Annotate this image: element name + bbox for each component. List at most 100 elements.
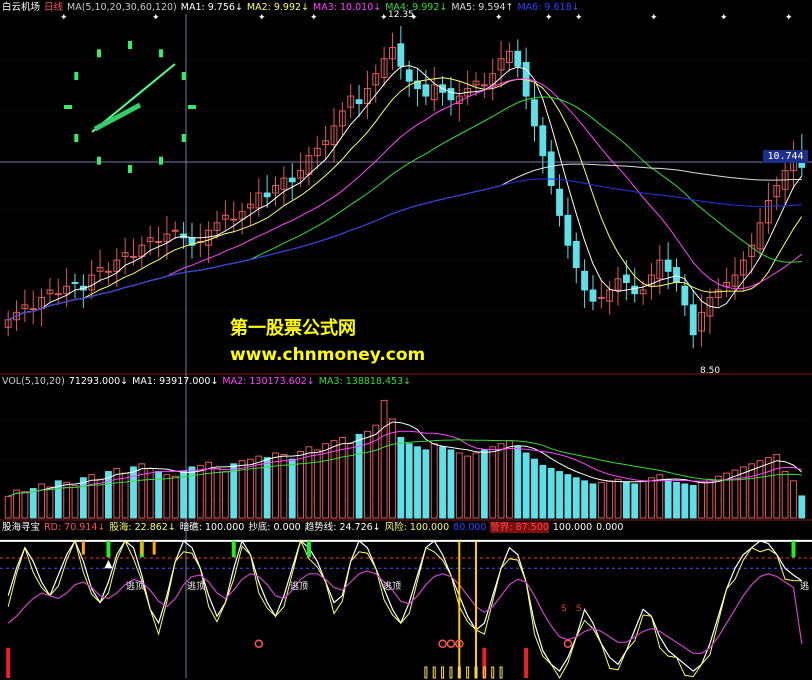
osc-gh-line (7, 539, 802, 679)
top-star-marker: ✦ (720, 13, 728, 23)
candle-body (664, 259, 672, 272)
top-star-marker: ✦ (60, 13, 68, 23)
volume-bar (522, 452, 530, 519)
volume-bar (756, 460, 764, 519)
candle-body (105, 270, 112, 273)
bottom-circle-marker (254, 639, 264, 648)
candle-body (288, 177, 296, 183)
osc-name: 股海寻宝 (2, 522, 41, 533)
oscillator-header: 股海寻宝 RD: 70.914↓ 股海: 22.862↓ 暗礁: 100.000 抄底:… (2, 522, 627, 534)
volume-bar (798, 495, 806, 519)
candle-body (29, 308, 37, 311)
bottom-cluster-bar (449, 666, 453, 679)
volume-bar (447, 449, 455, 519)
osc-aj: 暗礁: 100.000 (179, 522, 245, 533)
volume-bar (297, 450, 304, 519)
escape-label-2: 逃顶 (187, 582, 206, 592)
volume-bar (113, 467, 121, 519)
volume-bar (589, 483, 597, 519)
volume-bar (698, 481, 705, 519)
bottom-cluster-bar (432, 666, 436, 679)
oscillator-panel (0, 539, 812, 679)
volume-bar (430, 443, 438, 519)
osc-fx: 风险: 100.000 (384, 522, 450, 533)
candle-body (673, 267, 680, 284)
volume-bar (205, 461, 213, 519)
volume-bar (313, 449, 321, 519)
volume-bar (180, 471, 188, 519)
buy-signal-bar (6, 647, 11, 678)
volume-bar (21, 491, 29, 519)
volume-bar (564, 474, 572, 519)
bottom-cluster-bar (499, 666, 503, 679)
candle-body (531, 99, 538, 127)
volume-header: VOL(5,10,20) 71293.000↓ MA1: 93917.000↓ MA2… (2, 376, 415, 388)
volume-bar (247, 458, 254, 519)
ma5-value: MA5: 9.594↑ (451, 2, 514, 13)
clock-tick (188, 105, 196, 109)
warning-signal-bar (152, 540, 156, 555)
volume-bar (163, 474, 171, 519)
candle-body (54, 293, 62, 296)
clock-tick (128, 165, 132, 173)
escape-label-3: 逃顶 (290, 582, 309, 592)
bottom-cluster-bar (441, 666, 445, 679)
volume-bar (614, 478, 622, 519)
escape-signal-bar (791, 540, 796, 558)
clock-decoration (64, 41, 196, 173)
candle-body (589, 289, 597, 302)
ma-line-20 (7, 78, 803, 321)
candle-body (514, 50, 522, 67)
volume-bar (455, 452, 463, 519)
osc-jj: 警界: 87.500 (490, 522, 549, 533)
clock-tick (74, 72, 79, 80)
volume-bar (739, 466, 747, 519)
candle-body (155, 240, 162, 243)
escape-label-1: 逃顶 (126, 582, 145, 592)
volume-bar (572, 477, 580, 519)
top-star-marker: ✦ (575, 13, 583, 23)
clock-tick (74, 134, 79, 142)
osc-100: 100.000 (552, 522, 593, 533)
candle-body (622, 274, 630, 283)
candle-body (71, 282, 79, 284)
volume-bar (748, 463, 756, 519)
volume-bar (689, 485, 697, 519)
bottom-circle-marker (446, 639, 456, 648)
clock-tick (97, 49, 101, 58)
volume-bar (581, 480, 589, 519)
volume-bar (480, 449, 488, 519)
volume-bar (622, 481, 630, 519)
candle-body (547, 151, 555, 187)
volume-bar (673, 481, 680, 519)
volume-bar (397, 437, 405, 519)
volume-bar (714, 475, 722, 519)
volume-bar (514, 446, 522, 519)
clock-tick (128, 41, 132, 49)
volume-bar (681, 483, 689, 519)
top-star-marker: ✦ (785, 13, 793, 23)
volume-bar (130, 466, 137, 519)
top-star-marker: ✦ (545, 13, 553, 23)
volume-bar (648, 477, 655, 519)
osc-rd-line (7, 539, 803, 672)
volume-bar (288, 458, 296, 519)
bottom-cluster-bar (424, 666, 428, 679)
volume-bar (121, 472, 129, 519)
volume-bar (439, 446, 447, 519)
volume-bar (764, 457, 772, 519)
candle-body (539, 125, 547, 157)
vol-ma1: MA1: 93917.000↓ (132, 376, 219, 387)
volume-bar (221, 471, 229, 519)
volume-bar (414, 446, 421, 519)
chart-canvas[interactable]: ✦ ✦ ✦ ✦ ✦ ✦ ✦ ✦ ✦ ✦ ✦ ✦ (0, 0, 812, 680)
candle-body (130, 255, 137, 258)
bottom-circle-marker (563, 639, 573, 648)
volume-bar (556, 471, 563, 519)
volume-bar (213, 467, 221, 519)
volume-bar (606, 480, 614, 519)
osc-80: 80.000 (453, 522, 487, 533)
ma2-value: MA2: 9.992↓ (246, 2, 310, 13)
stock-title: 白云机场 (2, 2, 41, 13)
volume-bar (196, 464, 204, 519)
